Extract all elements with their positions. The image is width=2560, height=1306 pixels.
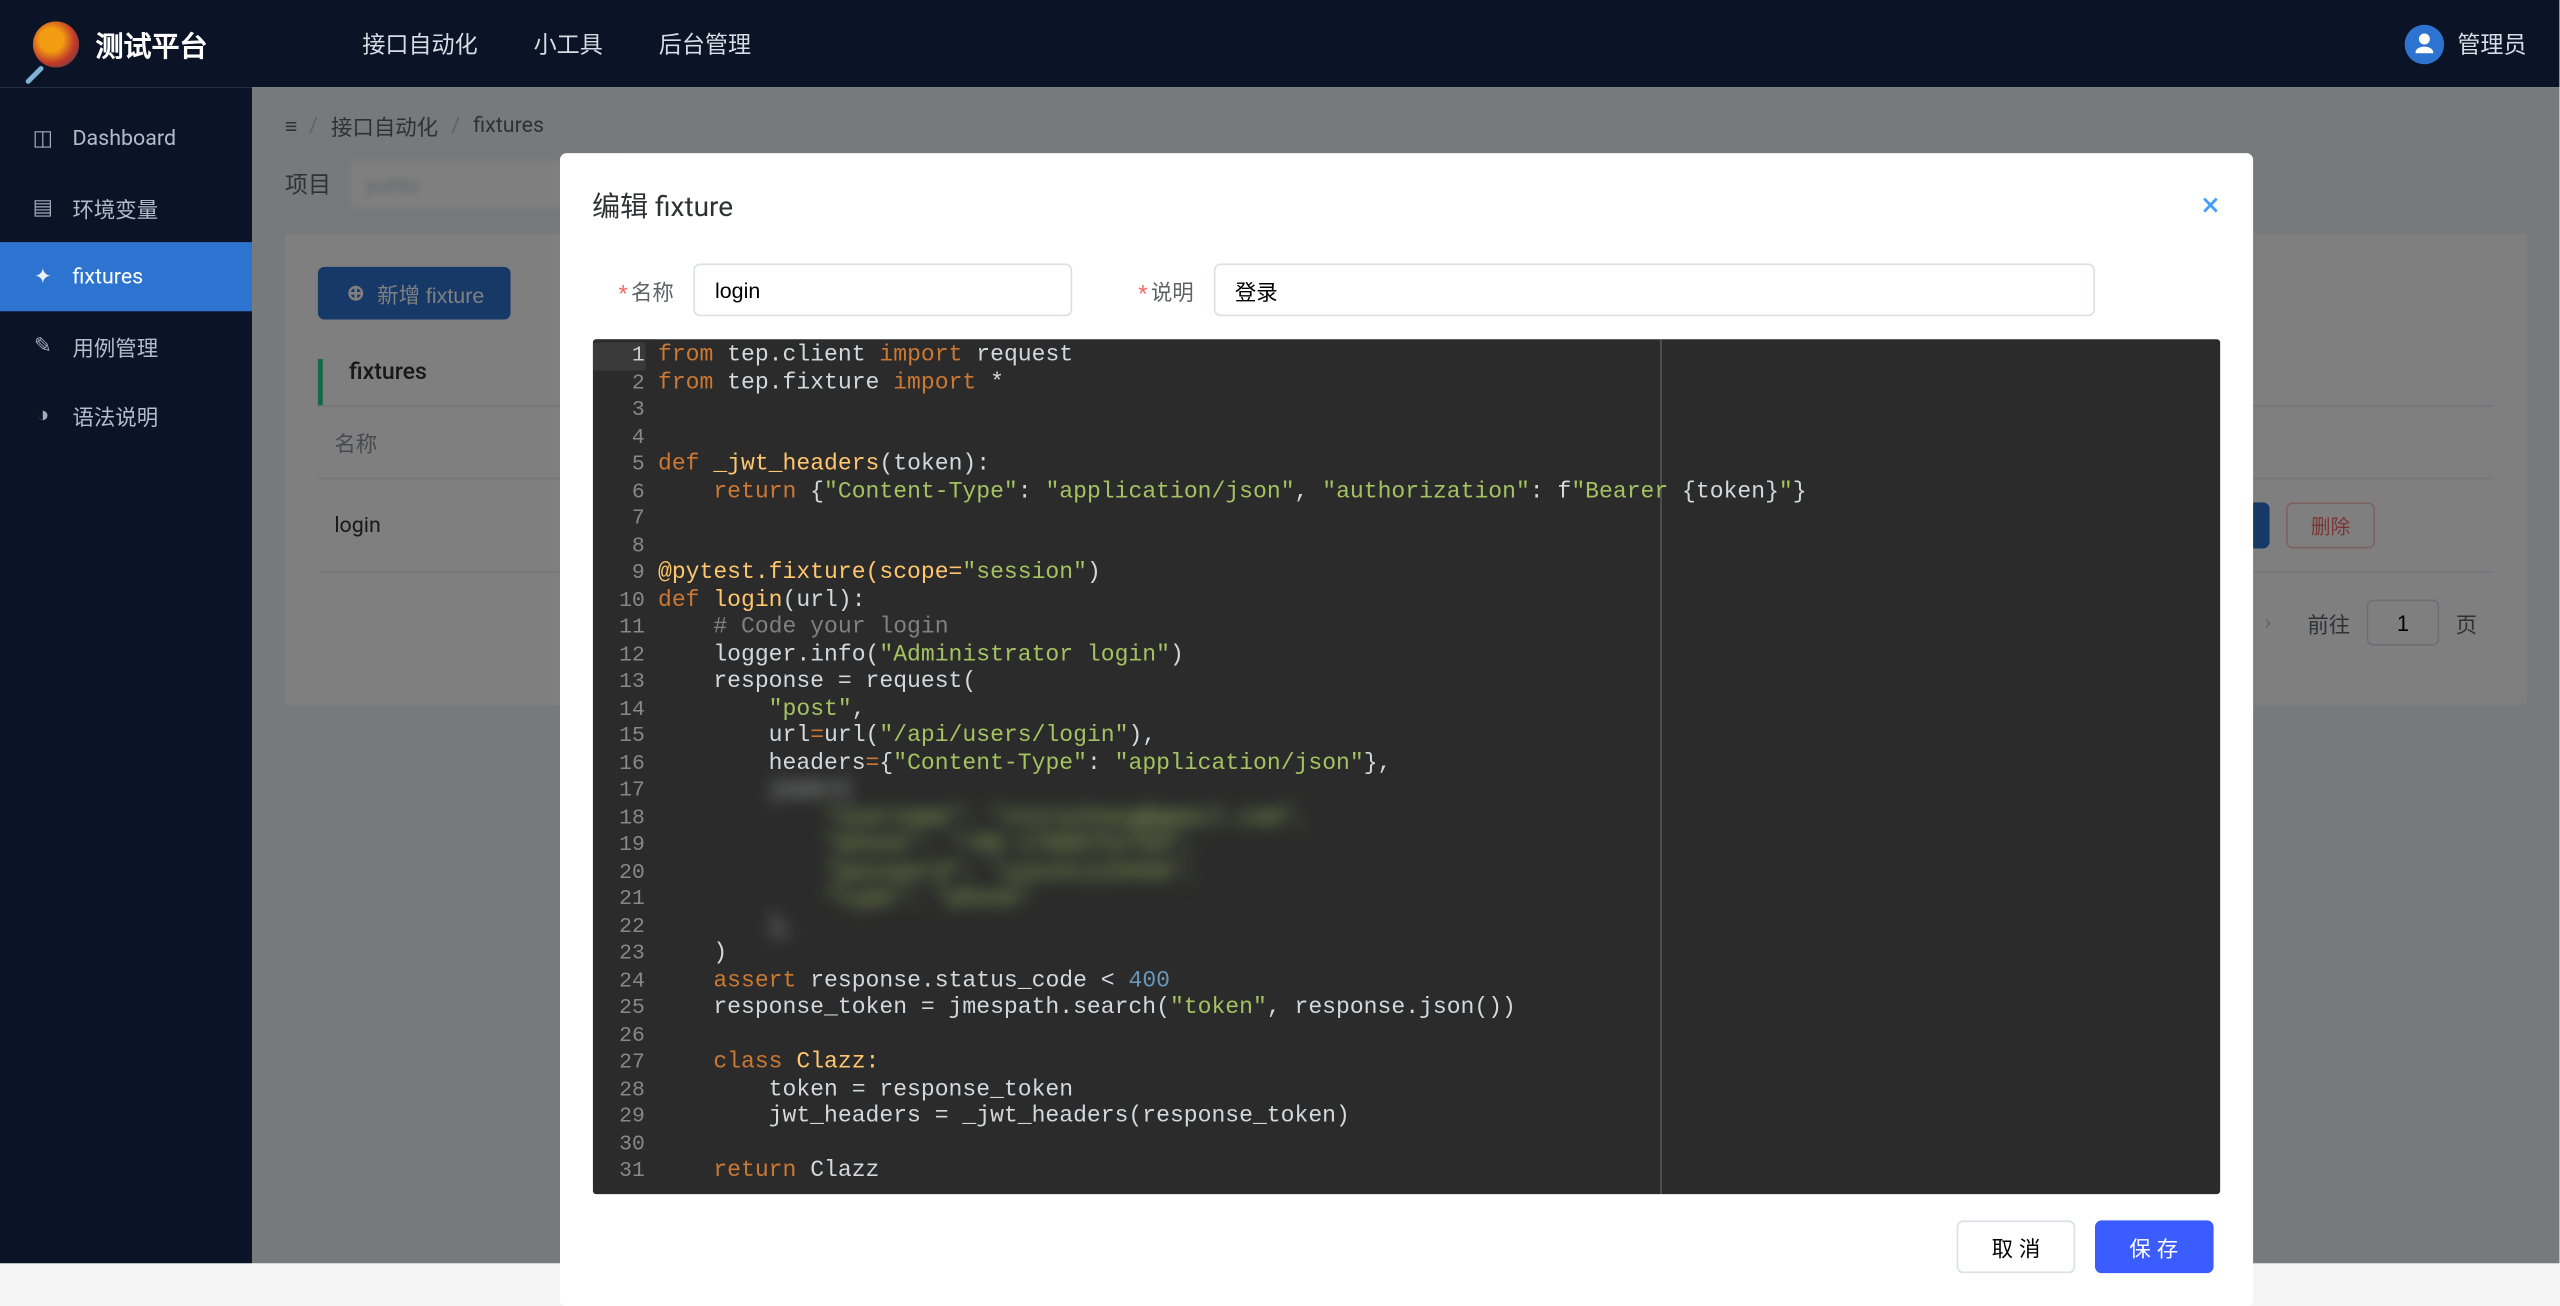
- desc-input[interactable]: [1213, 264, 2094, 317]
- sidebar-item-fixtures[interactable]: ✦ fixtures: [0, 242, 252, 311]
- fixtures-icon: ✦: [30, 264, 56, 290]
- user-menu[interactable]: 管理员: [2405, 24, 2527, 64]
- sidebar-label: 用例管理: [72, 330, 158, 361]
- sidebar-label: Dashboard: [72, 126, 176, 151]
- main-area: ≡ / 接口自动化 / fixtures 项目 ⊕ 新增 fixture fix…: [252, 87, 2559, 1263]
- sidebar: ◫ Dashboard ▤ 环境变量 ✦ fixtures ✎ 用例管理 ◑ 语…: [0, 87, 252, 1263]
- logo[interactable]: 测试平台: [33, 21, 313, 67]
- name-label: *名称: [618, 274, 673, 305]
- sidebar-item-cases[interactable]: ✎ 用例管理: [0, 311, 252, 380]
- sidebar-item-dashboard[interactable]: ◫ Dashboard: [0, 104, 252, 173]
- topnav-item-tools[interactable]: 小工具: [534, 27, 603, 60]
- help-icon: ◑: [30, 402, 56, 428]
- save-button[interactable]: 保 存: [2095, 1220, 2213, 1273]
- modal-mask: 编辑 fixture × *名称 *说明 12345678910111213: [252, 87, 2559, 1263]
- edit-fixture-dialog: 编辑 fixture × *名称 *说明 12345678910111213: [559, 153, 2252, 1306]
- sidebar-label: fixtures: [72, 264, 143, 289]
- document-icon: ▤: [30, 194, 56, 220]
- top-nav: 接口自动化 小工具 后台管理: [362, 27, 751, 60]
- sidebar-label: 环境变量: [72, 192, 158, 223]
- code-editor[interactable]: 1234567891011121314151617181920212223242…: [592, 339, 2219, 1194]
- topnav-item-api[interactable]: 接口自动化: [362, 27, 477, 60]
- sidebar-item-env[interactable]: ▤ 环境变量: [0, 173, 252, 242]
- close-icon[interactable]: ×: [2202, 187, 2220, 220]
- user-name: 管理员: [2457, 27, 2526, 60]
- dialog-title: 编辑 fixture: [592, 183, 733, 224]
- brand-name: 测试平台: [96, 23, 208, 64]
- topbar: 测试平台 接口自动化 小工具 后台管理 管理员: [0, 0, 2559, 87]
- user-icon: [2405, 24, 2445, 64]
- dashboard-icon: ◫: [30, 125, 56, 151]
- name-input[interactable]: [694, 264, 1073, 317]
- editor-code[interactable]: from tep.client import request from tep.…: [658, 343, 2219, 1185]
- cancel-button[interactable]: 取 消: [1957, 1220, 2075, 1273]
- sidebar-label: 语法说明: [72, 399, 158, 430]
- editor-gutter: 1234567891011121314151617181920212223242…: [592, 339, 655, 1194]
- logo-icon: [33, 21, 79, 67]
- sidebar-item-syntax[interactable]: ◑ 语法说明: [0, 380, 252, 449]
- desc-label: *说明: [1138, 274, 1193, 305]
- edit-icon: ✎: [30, 333, 56, 359]
- topnav-item-admin[interactable]: 后台管理: [659, 27, 751, 60]
